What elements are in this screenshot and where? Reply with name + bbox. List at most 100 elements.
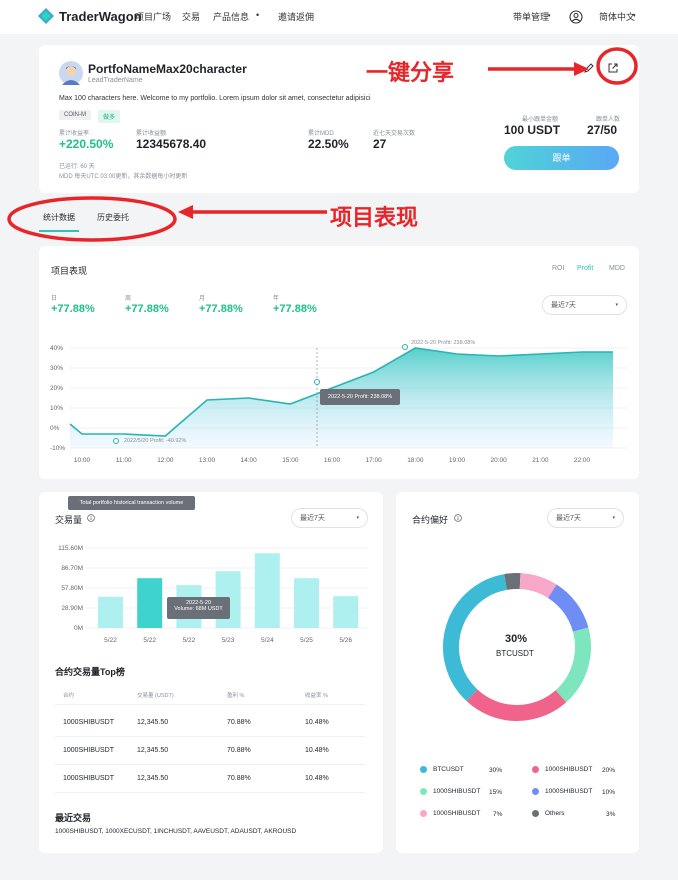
cell-profit: 70.88% xyxy=(227,747,251,754)
volume-bar[interactable] xyxy=(333,596,359,628)
x-tick-label: 5/23 xyxy=(222,637,235,644)
x-tick-label: 5/22 xyxy=(104,637,117,644)
nav-invite[interactable]: 邀请返佣 xyxy=(278,10,314,23)
x-tick-label: 19:00 xyxy=(449,457,466,464)
toggle-mdd[interactable]: MDD xyxy=(609,265,625,272)
toggle-roi[interactable]: ROI xyxy=(552,265,564,272)
low-point[interactable] xyxy=(113,438,119,444)
cell-profit: 70.88% xyxy=(227,775,251,782)
donut-slice[interactable] xyxy=(519,573,557,599)
legend-item: BTCUSDT xyxy=(420,766,464,773)
recent-list: 1000SHIBUSDT, 1000XECUSDT, 1INCHUSDT, AA… xyxy=(55,828,297,835)
cell-contract: 1000SHIBUSDT xyxy=(63,719,114,726)
tag-coin-m: COIN-M xyxy=(59,110,91,120)
nav-language[interactable]: 简体中文 xyxy=(599,10,635,23)
bar-tooltip: 2022-5-20 Volume: 68M USDT xyxy=(167,597,230,619)
perf-range-value: 最近7天 xyxy=(551,302,576,309)
stat-value-cum-profit: 12345678.40 xyxy=(136,137,207,151)
avatar xyxy=(59,61,83,85)
nav-copy-management[interactable]: 带单管理 xyxy=(513,10,549,23)
hover-point[interactable] xyxy=(314,379,320,385)
donut-slice[interactable] xyxy=(466,689,567,721)
table-row: 1000SHIBUSDT 12,345.50 70.88% 10.48% xyxy=(55,709,365,737)
nav-dropdown-mark[interactable]: • xyxy=(256,10,259,20)
x-tick-label: 11:00 xyxy=(116,457,132,464)
stat-label-cum-profit: 累计收益额 xyxy=(136,131,167,137)
min-copy-label: 最小跟单金额 xyxy=(522,117,559,123)
cell-roi: 10.48% xyxy=(305,747,329,754)
nav-project-square[interactable]: 项目广场 xyxy=(135,10,171,23)
x-tick-label: 20:00 xyxy=(491,457,508,464)
follow-button[interactable]: 跟单 xyxy=(504,146,619,170)
legend-dot xyxy=(532,766,539,773)
copier-count-label: 跟单人数 xyxy=(596,117,621,123)
volume-range-value: 最近7天 xyxy=(300,515,325,522)
preference-range-select[interactable]: 最近7天 ▾ xyxy=(547,508,624,528)
stat-value-cum-roi: +220.50% xyxy=(59,137,114,151)
cell-roi: 10.48% xyxy=(305,719,329,726)
volume-range-select[interactable]: 最近7天 ▾ xyxy=(291,508,368,528)
running-days: 已运行: 60 天 xyxy=(59,164,95,170)
stat-label-trades: 近七天交易次数 xyxy=(373,131,416,137)
volume-bar[interactable] xyxy=(254,553,280,628)
x-tick-label: 21:00 xyxy=(532,457,549,464)
period-value-week: +77.88% xyxy=(125,303,169,315)
donut-slice[interactable] xyxy=(555,627,591,703)
period-label-year: 年 xyxy=(273,296,280,302)
perf-range-select[interactable]: 最近7天 ▾ xyxy=(542,295,627,315)
cell-contract: 1000SHIBUSDT xyxy=(63,747,114,754)
user-icon[interactable] xyxy=(569,10,583,24)
cell-profit: 70.88% xyxy=(227,719,251,726)
legend-name: 1000SHIBUSDT xyxy=(545,788,593,795)
y-tick-label: 30% xyxy=(50,365,63,372)
y-tick-label: 40% xyxy=(50,345,63,352)
cell-contract: 1000SHIBUSDT xyxy=(63,775,114,782)
peak-point[interactable] xyxy=(402,344,408,350)
y-tick-label: -10% xyxy=(50,445,65,452)
stat-label-mdd: 累计MDD xyxy=(308,131,334,137)
info-icon[interactable] xyxy=(454,514,462,522)
legend-pct: 30% xyxy=(489,767,503,774)
col-contract: 合约 xyxy=(63,693,75,699)
legend-pct: 7% xyxy=(493,811,503,818)
legend-item: Others xyxy=(532,810,565,817)
period-label-week: 周 xyxy=(125,296,132,302)
x-tick-label: 5/26 xyxy=(339,637,352,644)
info-icon[interactable] xyxy=(87,514,95,522)
nav-trade[interactable]: 交易 xyxy=(182,10,200,23)
top-title: 合约交易量Top榜 xyxy=(55,667,125,677)
lead-trader-name[interactable]: LeadTraderName xyxy=(88,77,143,84)
volume-bar[interactable] xyxy=(294,578,319,628)
legend-pct: 3% xyxy=(606,811,616,818)
cell-volume: 12,345.50 xyxy=(137,747,169,754)
period-value-year: +77.88% xyxy=(273,303,317,315)
cell-roi: 10.48% xyxy=(305,775,329,782)
traderwagon-logo-icon xyxy=(38,8,54,24)
period-label-day: 日 xyxy=(51,296,58,302)
x-tick-label: 12:00 xyxy=(157,457,174,464)
volume-bar[interactable] xyxy=(98,596,123,628)
legend-dot xyxy=(420,788,427,795)
y-tick-label: 20% xyxy=(50,385,63,392)
update-note: MDD 每天UTC 03:00更新，其余数据每小时更新 xyxy=(59,174,188,180)
toggle-profit[interactable]: Profit xyxy=(577,265,593,272)
perf-tooltip: 2022-5-20 Profit: 238.08% xyxy=(320,389,400,405)
annotation-circle-tabs xyxy=(7,196,177,242)
table-row: 1000SHIBUSDT 12,345.50 70.88% 10.48% xyxy=(55,765,365,793)
chevron-down-icon: ▾ xyxy=(615,302,618,308)
stat-value-mdd: 22.50% xyxy=(308,137,349,151)
top-table-header: 合约 交易量 (USDT) 盈利 % 收益率 % xyxy=(55,685,365,705)
legend-item: 1000SHIBUSDT xyxy=(420,810,480,817)
min-copy-value: 100 USDT xyxy=(504,123,561,137)
nav-product-info[interactable]: 产品信息 xyxy=(213,10,249,23)
copier-count-value: 27/50 xyxy=(587,123,618,137)
legend-pct: 15% xyxy=(489,789,503,796)
volume-bar[interactable] xyxy=(137,578,163,628)
x-tick-label: 16:00 xyxy=(324,457,341,464)
x-tick-label: 5/22 xyxy=(183,637,196,644)
brand-logo[interactable]: TraderWagon xyxy=(38,8,142,24)
donut-slice[interactable] xyxy=(547,584,589,633)
period-value-month: +77.88% xyxy=(199,303,243,315)
donut-center-label: BTCUSDT xyxy=(496,649,534,658)
x-tick-label: 14:00 xyxy=(241,457,258,464)
